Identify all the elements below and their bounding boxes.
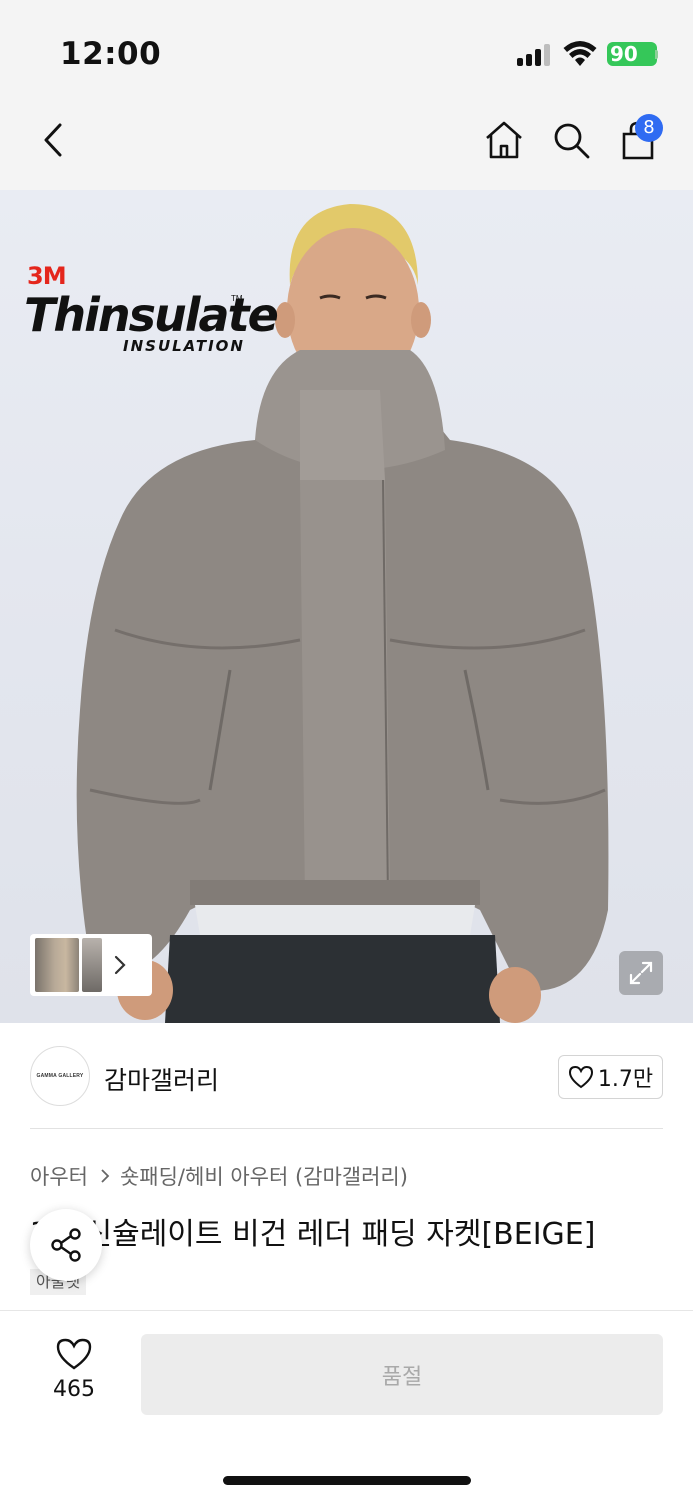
store-logo-text: GAMMA GALLERY <box>36 1073 84 1079</box>
search-icon <box>554 123 590 159</box>
status-bar: 12:00 90 <box>0 0 693 100</box>
home-icon <box>486 121 522 159</box>
breadcrumb-item-outer[interactable]: 아우터 <box>30 1161 88 1191</box>
heart-icon <box>568 1065 593 1089</box>
battery-icon: 90 <box>607 42 657 66</box>
store-row: GAMMA GALLERY 감마갤러리 1.7만 <box>30 1046 663 1108</box>
brand-3m-logo: 3M <box>27 262 67 290</box>
share-icon <box>51 1228 81 1262</box>
product-title: 3M 신슐레이트 비건 레더 패딩 자켓[BEIGE] <box>30 1217 596 1252</box>
thumbnail-image[interactable] <box>35 938 79 992</box>
signal-icon <box>517 44 553 66</box>
heart-icon <box>56 1338 92 1370</box>
back-button[interactable] <box>28 114 78 166</box>
chevron-right-icon <box>101 1169 110 1183</box>
back-arrow-icon <box>44 123 62 157</box>
home-button[interactable] <box>479 114 529 166</box>
battery-cap <box>655 50 658 59</box>
thumbnail-image[interactable] <box>82 938 102 992</box>
store-like-button[interactable]: 1.7만 <box>558 1055 663 1099</box>
divider <box>30 1128 663 1129</box>
search-button[interactable] <box>546 114 596 166</box>
cart-button[interactable]: 8 <box>613 114 663 166</box>
bottom-action-bar: 465 품절 <box>0 1310 693 1500</box>
breadcrumb-item-category[interactable]: 숏패딩/헤비 아우터 (감마갤러리) <box>120 1161 408 1191</box>
home-indicator[interactable] <box>223 1476 471 1485</box>
wifi-icon <box>563 41 597 66</box>
product-image[interactable]: 3M Thinsulate TM INSULATION <box>0 190 693 1023</box>
store-logo[interactable]: GAMMA GALLERY <box>30 1046 90 1106</box>
wishlist-button[interactable]: 465 <box>34 1337 114 1407</box>
cart-count-badge: 8 <box>635 114 663 142</box>
expand-icon <box>629 961 653 985</box>
brand-trademark: TM <box>231 294 243 303</box>
thumbnail-strip[interactable] <box>30 934 152 996</box>
store-name[interactable]: 감마갤러리 <box>104 1061 219 1097</box>
status-time: 12:00 <box>60 36 162 72</box>
soldout-button[interactable]: 품절 <box>141 1334 663 1415</box>
breadcrumb: 아우터 숏패딩/헤비 아우터 (감마갤러리) <box>30 1161 408 1191</box>
wishlist-count: 465 <box>53 1377 95 1402</box>
battery-level: 90 <box>610 42 638 66</box>
chevron-right-icon <box>114 955 126 975</box>
expand-button[interactable] <box>619 951 663 995</box>
store-like-count: 1.7만 <box>597 1067 654 1092</box>
share-button[interactable] <box>30 1209 102 1281</box>
top-nav-bar: 8 <box>0 100 693 190</box>
brand-insulation-text: INSULATION <box>123 337 245 355</box>
